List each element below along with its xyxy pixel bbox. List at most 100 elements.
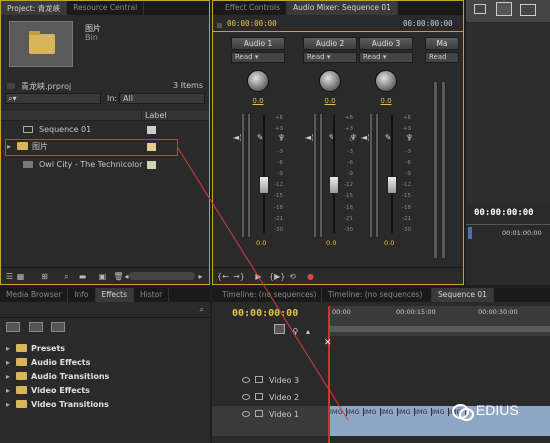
- play-indicator: [217, 23, 222, 28]
- volume-fader[interactable]: [329, 176, 339, 194]
- item-name: Sequence 01: [39, 125, 92, 134]
- go-to-in-icon[interactable]: {←: [217, 271, 229, 282]
- mixer-timecode-current[interactable]: 00:00:00:00: [227, 19, 277, 28]
- window-icon[interactable]: [520, 4, 536, 16]
- automation-mode-dropdown[interactable]: Read: [425, 52, 459, 63]
- track-label: Video 3: [269, 376, 300, 385]
- effects-item-presets[interactable]: ▸ Presets: [6, 342, 65, 356]
- automation-mode-dropdown[interactable]: Read ▾: [359, 52, 413, 63]
- ruler-label: 00:00: [332, 308, 351, 316]
- tab-sequence-01[interactable]: Sequence 01: [432, 288, 494, 302]
- new-bin-icon[interactable]: ▬: [77, 271, 88, 282]
- tab-effects[interactable]: Effects: [95, 288, 135, 302]
- tab-audio-mixer[interactable]: Audio Mixer: Sequence 01: [287, 1, 398, 15]
- keyframe-icon[interactable]: ▴: [306, 327, 310, 336]
- mixer-transport: {← →} ▶ {▶} ⟲ ●: [213, 267, 463, 284]
- play-icon[interactable]: ▶: [253, 271, 264, 282]
- list-view-icon[interactable]: ☰: [4, 271, 15, 282]
- pan-knob[interactable]: [247, 70, 269, 92]
- level-meter: [247, 113, 251, 238]
- eye-icon[interactable]: [242, 394, 250, 400]
- yuv-filter-icon[interactable]: [51, 322, 66, 332]
- highlight-box: [5, 139, 178, 156]
- play-in-to-out-icon[interactable]: {▶}: [269, 271, 285, 282]
- snap-icon[interactable]: [274, 324, 285, 334]
- level-meter: [241, 113, 245, 238]
- search-icon[interactable]: ⌕: [200, 305, 204, 315]
- tab-resource-central[interactable]: Resource Central: [67, 1, 145, 15]
- effects-item-audio-transitions[interactable]: ▸ Audio Transitions: [6, 370, 109, 384]
- timeline-timecode[interactable]: 00:00:00:00: [232, 308, 298, 319]
- pan-value[interactable]: 0.0: [303, 97, 357, 105]
- column-label-header[interactable]: Label: [145, 111, 167, 120]
- 32bit-filter-icon[interactable]: [28, 322, 43, 332]
- item-name: Owl City - The Technicolor: [39, 160, 143, 169]
- automation-mode-dropdown[interactable]: Read ▾: [231, 52, 285, 63]
- in-dropdown-value: All: [123, 94, 133, 103]
- level-meter: [369, 113, 373, 238]
- timeline-tools: ♀ ▴: [274, 324, 310, 336]
- fader-track: [263, 115, 265, 233]
- timeline-ruler[interactable]: 00:00 00:00:15:00 00:00:30:00: [328, 306, 550, 336]
- window-icon[interactable]: [474, 4, 486, 14]
- effects-tabbar: Media Browser Info Effects Histor: [0, 288, 210, 302]
- list-item-audio[interactable]: Owl City - The Technicolor: [1, 158, 209, 172]
- audio-file-icon: [23, 161, 33, 168]
- search-input[interactable]: ⌕▾: [5, 93, 101, 104]
- program-tabbar: [466, 0, 550, 22]
- work-area-bar[interactable]: [328, 326, 550, 332]
- icon-view-icon[interactable]: ▦: [15, 271, 26, 282]
- playhead-icon[interactable]: [468, 227, 472, 239]
- tab-media-browser[interactable]: Media Browser: [0, 288, 69, 302]
- tab-info[interactable]: Info: [68, 288, 96, 302]
- horizontal-scrollbar[interactable]: [129, 272, 195, 280]
- effects-item-label: Audio Effects: [31, 358, 91, 367]
- fader-value[interactable]: 0.0: [256, 239, 266, 247]
- tab-history[interactable]: Histor: [134, 288, 170, 302]
- accelerated-filter-icon[interactable]: [6, 322, 20, 332]
- program-timecode[interactable]: 00:00:00:00: [474, 208, 534, 218]
- go-to-out-icon[interactable]: →}: [233, 271, 245, 282]
- automation-mode: Read: [307, 53, 325, 61]
- automation-mode-dropdown[interactable]: Read ▾: [303, 52, 357, 63]
- window-icon[interactable]: [496, 2, 512, 16]
- marker-icon[interactable]: ♀: [293, 327, 299, 336]
- loop-icon[interactable]: ⟲: [287, 271, 298, 282]
- playhead-handle-icon[interactable]: ✕: [324, 338, 332, 348]
- record-icon[interactable]: ●: [305, 271, 316, 282]
- tab-timeline-1[interactable]: Timeline: (no sequences): [212, 288, 322, 302]
- label-swatch: [147, 126, 156, 134]
- bin-thumbnail: [9, 21, 73, 67]
- effects-item-audio-effects[interactable]: ▸ Audio Effects: [6, 356, 90, 370]
- program-monitor-panel: 00:00:00:00 00:01:00:00: [466, 0, 550, 285]
- fader-value[interactable]: 0.0: [384, 239, 394, 247]
- film-icon: [255, 393, 263, 400]
- eye-icon[interactable]: [242, 377, 250, 383]
- ruler-label: 00:00:30:00: [478, 308, 518, 316]
- volume-fader[interactable]: [387, 176, 397, 194]
- fader-value[interactable]: 0.0: [326, 239, 336, 247]
- channel-name: Ma: [425, 37, 459, 50]
- tab-effect-controls[interactable]: Effect Controls: [213, 1, 287, 15]
- scroll-right-icon[interactable]: ▸: [195, 271, 206, 282]
- tab-project[interactable]: Project: 青龙峡: [1, 1, 68, 15]
- effects-item-video-transitions[interactable]: ▸ Video Transitions: [6, 398, 109, 412]
- pan-value[interactable]: 0.0: [231, 97, 285, 105]
- tab-timeline-2[interactable]: Timeline: (no sequences): [322, 288, 432, 302]
- db-scale: +6 +3 0 -3 -6 -9 -12 -15 -18 -21 -30: [344, 115, 353, 234]
- eye-icon[interactable]: [242, 411, 250, 417]
- automate-icon[interactable]: ⊞: [39, 271, 50, 282]
- list-item-sequence[interactable]: Sequence 01: [1, 123, 209, 137]
- scroll-left-icon[interactable]: ◂: [121, 271, 132, 282]
- pan-knob[interactable]: [375, 70, 397, 92]
- effects-item-video-effects[interactable]: ▸ Video Effects: [6, 384, 90, 398]
- item-count: 3 Items: [172, 81, 203, 90]
- in-dropdown[interactable]: All: [119, 93, 205, 104]
- automation-mode: Read: [235, 53, 253, 61]
- effects-item-label: Video Transitions: [31, 400, 109, 409]
- new-item-icon[interactable]: ▣: [97, 271, 108, 282]
- pan-knob[interactable]: [319, 70, 341, 92]
- find-icon[interactable]: ⌕: [61, 271, 72, 282]
- volume-fader[interactable]: [259, 176, 269, 194]
- pan-value[interactable]: 0.0: [359, 97, 413, 105]
